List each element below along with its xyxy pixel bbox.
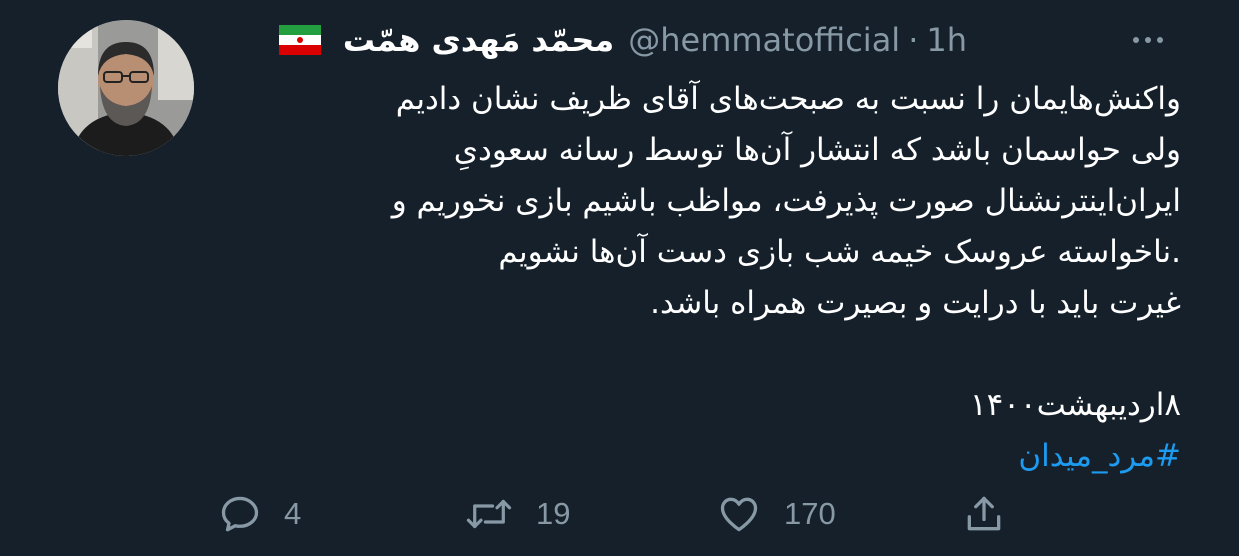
like-count: 170 xyxy=(784,496,836,531)
reply-button[interactable]: 4 xyxy=(218,486,301,542)
tweet-actions: 4 19 170 xyxy=(0,486,1239,542)
tweet-text: واکنش‌هایمان را نسبت به صبحت‌های آقای ظر… xyxy=(201,74,1181,482)
author-handle[interactable]: @hemmatofficial xyxy=(628,21,900,59)
tweet-text-line: غیرت باید با درایت و بصیرت همراه باشد. xyxy=(650,285,1181,321)
avatar[interactable] xyxy=(58,20,194,156)
tweet-time[interactable]: 1h xyxy=(926,21,967,59)
tweet-text-line: واکنش‌هایمان را نسبت به صبحت‌های آقای ظر… xyxy=(395,81,1181,117)
author-name[interactable]: محمّد مَهدی همّت xyxy=(343,21,614,59)
hashtag-link[interactable]: #مرد_میدان xyxy=(201,431,1181,482)
tweet-text-line: ایران‌اینترنشنال صورت پذیرفت، مواظب باشی… xyxy=(391,183,1181,219)
share-button[interactable] xyxy=(962,486,1006,542)
reply-icon xyxy=(221,496,259,532)
like-button[interactable]: 170 xyxy=(716,486,836,542)
tweet-date-text: ۸اردیبهشت۱۴۰۰ xyxy=(969,387,1181,423)
avatar-image xyxy=(58,20,194,156)
tweet-text-line: ولی حواسمان باشد که انتشار آن‌ها توسط رس… xyxy=(453,132,1181,168)
tweet-text-line: .ناخواسته عروسک خیمه شب بازی دست آن‌ها ن… xyxy=(498,234,1181,270)
share-icon xyxy=(967,496,1001,531)
retweet-button[interactable]: 19 xyxy=(464,486,570,542)
more-options-icon[interactable] xyxy=(1126,24,1170,56)
header-separator: · xyxy=(908,21,919,59)
iran-flag-icon xyxy=(278,25,321,55)
tweet-header: محمّد مَهدی همّت @hemmatofficial · 1h xyxy=(278,14,967,66)
heart-icon xyxy=(720,497,758,532)
reply-count: 4 xyxy=(284,496,302,531)
retweet-icon xyxy=(466,499,512,529)
tweet-card: محمّد مَهدی همّت @hemmatofficial · 1h وا… xyxy=(0,0,1239,556)
retweet-count: 19 xyxy=(536,496,571,531)
